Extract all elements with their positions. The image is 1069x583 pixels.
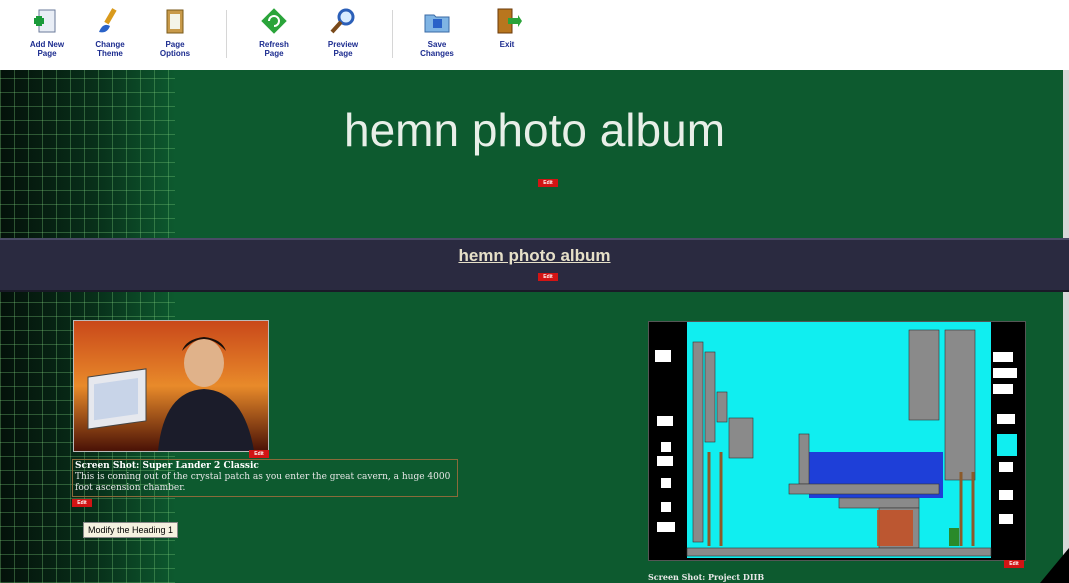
page-options-label: Page [165, 40, 185, 49]
refresh-page-button[interactable]: Refresh Page [246, 6, 302, 66]
edit-photo-button[interactable]: Edit [249, 450, 269, 458]
page-options-button[interactable]: Page Options [147, 6, 203, 66]
editor-toolbar: Add New Page Change Theme Page Options R… [0, 0, 1069, 71]
photo-2-caption: Screen Shot: Project DIIB [648, 572, 765, 582]
change-theme-label: Change [95, 40, 125, 49]
modify-heading-button[interactable]: Modify the Heading 1 [83, 522, 179, 538]
paintbrush-icon [99, 8, 117, 33]
preview-page-label-2: Page [333, 49, 353, 58]
page-options-label-2: Options [159, 49, 191, 58]
navigation-bar: hemn photo album Edit [0, 238, 1069, 292]
caption-text: This is coming out of the crystal patch … [75, 472, 451, 493]
add-new-page-label-2: Page [37, 49, 57, 58]
add-new-page-button[interactable]: Add New Page [19, 6, 75, 66]
toolbar-divider [226, 10, 227, 58]
photo-portrait[interactable] [73, 320, 269, 452]
game-screenshot-image [649, 322, 1025, 560]
exit-button[interactable]: Exit [479, 6, 535, 66]
add-page-icon [34, 9, 56, 33]
save-folder-icon [424, 14, 450, 33]
change-theme-button[interactable]: Change Theme [82, 6, 138, 66]
edit-title-button[interactable]: Edit [538, 179, 558, 187]
exit-door-icon [497, 8, 522, 34]
caption-title: Screen Shot: Super Lander 2 Classic [75, 461, 259, 471]
site-title[interactable]: hemn photo album [0, 103, 1069, 157]
photo-caption: Screen Shot: Super Lander 2 Classic This… [72, 459, 458, 497]
clipboard-icon [166, 9, 184, 34]
preview-page-label: Preview [327, 40, 359, 49]
add-new-page-label: Add New [29, 40, 65, 49]
preview-page-button[interactable]: Preview Page [315, 6, 371, 66]
magnifier-icon [330, 8, 355, 34]
refresh-icon [261, 8, 287, 34]
save-changes-label: Save [427, 40, 447, 49]
nav-link-home[interactable]: hemn photo album [0, 246, 1069, 266]
edit-photo-2-button[interactable]: Edit [1004, 560, 1024, 568]
edit-caption-button[interactable]: Edit [72, 499, 92, 507]
save-changes-label-2: Changes [420, 49, 454, 58]
page-canvas: hemn photo album Edit hemn photo album E… [0, 70, 1069, 583]
toolbar-divider [392, 10, 393, 58]
refresh-page-label-2: Page [264, 49, 284, 58]
mouse-cursor-arrow [1040, 548, 1069, 583]
exit-label: Exit [499, 40, 515, 49]
refresh-page-label: Refresh [259, 40, 289, 49]
save-changes-button[interactable]: Save Changes [409, 6, 465, 66]
change-theme-label-2: Theme [97, 49, 123, 58]
edit-nav-button[interactable]: Edit [538, 273, 558, 281]
portrait-image [74, 321, 268, 451]
photo-game-screenshot[interactable] [648, 321, 1026, 561]
